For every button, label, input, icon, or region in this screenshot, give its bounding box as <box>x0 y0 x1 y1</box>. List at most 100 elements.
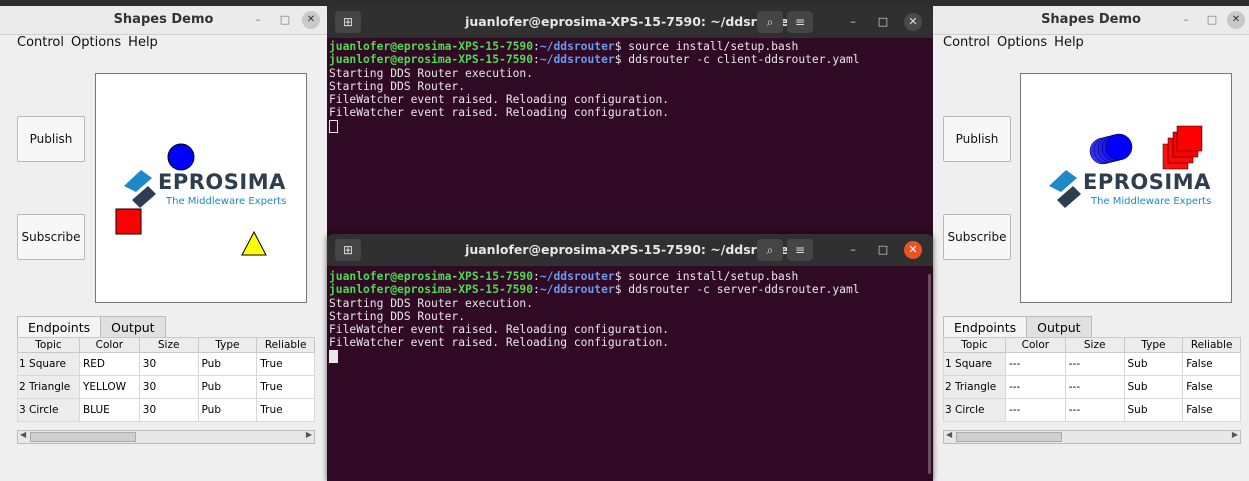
cell-type: Pub <box>197 375 258 399</box>
horizontal-scrollbar[interactable]: ◀ ▶ <box>17 430 315 444</box>
output-line: Starting DDS Router execution. <box>329 296 534 310</box>
endpoints-table: Topic Color Size Type Reliable 1 Square … <box>17 337 315 422</box>
tab-output[interactable]: Output <box>100 316 166 338</box>
prompt-path: ~/ddsrouter <box>539 53 615 67</box>
col-reliable[interactable]: Reliable <box>256 337 315 353</box>
minimize-icon[interactable]: – <box>1177 11 1195 29</box>
hamburger-menu-icon[interactable]: ≡ <box>787 239 813 261</box>
minimize-icon[interactable]: – <box>844 241 862 259</box>
col-color[interactable]: Color <box>78 337 140 353</box>
close-icon[interactable]: ✕ <box>904 13 922 31</box>
cell-color: YELLOW <box>78 375 140 399</box>
cell-reliable: True <box>256 375 315 399</box>
menu-control[interactable]: Control <box>943 35 990 50</box>
logo-brand: EPROSIMA <box>158 170 286 194</box>
prompt-user: juanlofer@eprosima-XPS-15-7590 <box>329 40 534 53</box>
cell-color: --- <box>1004 375 1066 399</box>
shapes-canvas[interactable]: EPROSIMA The Middleware Experts <box>1020 73 1232 303</box>
publish-button[interactable]: Publish <box>17 116 85 162</box>
scrollbar-thumb[interactable] <box>956 432 1062 442</box>
col-type[interactable]: Type <box>197 337 258 353</box>
eprosima-logo-mark-icon <box>1049 170 1081 208</box>
output-line: FileWatcher event raised. Reloading conf… <box>329 323 670 337</box>
search-icon[interactable]: ⌕ <box>757 239 783 261</box>
shapes-canvas[interactable]: EPROSIMA The Middleware Experts <box>95 73 307 303</box>
blue-circle <box>167 143 195 171</box>
terminal-scrollbar[interactable] <box>928 274 931 474</box>
command-line: ddsrouter -c server-ddsrouter.yaml <box>621 283 860 297</box>
cell-reliable: False <box>1182 375 1241 399</box>
col-topic[interactable]: Topic <box>943 337 1006 353</box>
row-number: 3 <box>19 404 26 416</box>
menu-help[interactable]: Help <box>1054 35 1084 50</box>
terminal-output[interactable]: juanlofer@eprosima-XPS-15-7590:~/ddsrout… <box>329 40 933 135</box>
close-icon[interactable]: ✕ <box>1227 11 1245 29</box>
table-row[interactable]: 2 Triangle --- --- Sub False <box>943 375 1241 399</box>
horizontal-scrollbar[interactable]: ◀ ▶ <box>943 430 1241 444</box>
table-row[interactable]: 3 Circle BLUE 30 Pub True <box>17 398 315 422</box>
cell-reliable: True <box>256 352 315 376</box>
cell-topic: Triangle <box>955 381 997 393</box>
table-row[interactable]: 3 Circle --- --- Sub False <box>943 398 1241 422</box>
tab-endpoints[interactable]: Endpoints <box>943 316 1028 338</box>
subscribe-button[interactable]: Subscribe <box>943 214 1011 260</box>
menu-options[interactable]: Options <box>71 35 121 50</box>
table-row[interactable]: 2 Triangle YELLOW 30 Pub True <box>17 375 315 399</box>
maximize-icon[interactable]: □ <box>1203 11 1221 29</box>
terminal-output[interactable]: juanlofer@eprosima-XPS-15-7590:~/ddsrout… <box>329 270 933 365</box>
cell-reliable: False <box>1182 398 1241 422</box>
scrollbar-thumb[interactable] <box>30 432 136 442</box>
scroll-left-icon[interactable]: ◀ <box>20 430 26 439</box>
scroll-right-icon[interactable]: ▶ <box>306 430 312 439</box>
cell-size: 30 <box>138 375 199 399</box>
prompt-user: juanlofer@eprosima-XPS-15-7590 <box>329 270 534 283</box>
tab-endpoints[interactable]: Endpoints <box>17 316 102 338</box>
terminal-window-server[interactable]: ⊞ juanlofer@eprosima-XPS-15-7590: ~/ddsr… <box>327 234 933 481</box>
col-type[interactable]: Type <box>1123 337 1184 353</box>
table-row[interactable]: 1 Square RED 30 Pub True <box>17 352 315 376</box>
terminal-window-client[interactable]: ⊞ juanlofer@eprosima-XPS-15-7590: ~/ddsr… <box>327 6 933 236</box>
output-line: FileWatcher event raised. Reloading conf… <box>329 93 670 107</box>
col-reliable[interactable]: Reliable <box>1182 337 1241 353</box>
red-square <box>115 208 142 235</box>
scroll-right-icon[interactable]: ▶ <box>1232 430 1238 439</box>
output-line: Starting DDS Router execution. <box>329 66 534 80</box>
hamburger-menu-icon[interactable]: ≡ <box>787 11 813 33</box>
table-row[interactable]: 1 Square --- --- Sub False <box>943 352 1241 376</box>
cell-color: RED <box>78 352 140 376</box>
logo-brand: EPROSIMA <box>1083 170 1211 194</box>
titlebar: Shapes Demo – □ ✕ <box>0 6 327 35</box>
menu-control[interactable]: Control <box>17 35 64 50</box>
subscribe-button[interactable]: Subscribe <box>17 214 85 260</box>
close-icon[interactable]: ✕ <box>302 11 320 29</box>
maximize-icon[interactable]: □ <box>874 13 892 31</box>
cell-topic: Square <box>29 358 66 370</box>
text-cursor <box>329 349 338 363</box>
col-size[interactable]: Size <box>1064 337 1125 353</box>
minimize-icon[interactable]: – <box>844 13 862 31</box>
scroll-left-icon[interactable]: ◀ <box>946 430 952 439</box>
cell-reliable: False <box>1182 352 1241 376</box>
col-size[interactable]: Size <box>138 337 199 353</box>
terminal-headerbar: ⊞ juanlofer@eprosima-XPS-15-7590: ~/ddsr… <box>327 6 933 38</box>
yellow-triangle <box>241 230 267 256</box>
menu-help[interactable]: Help <box>128 35 158 50</box>
menubar: Control Options Help <box>17 35 327 55</box>
cell-size: --- <box>1064 398 1125 422</box>
col-color[interactable]: Color <box>1004 337 1066 353</box>
prompt-user: juanlofer@eprosima-XPS-15-7590 <box>329 283 534 297</box>
minimize-icon[interactable]: – <box>249 11 267 29</box>
tab-output[interactable]: Output <box>1026 316 1092 338</box>
command-line: ddsrouter -c client-ddsrouter.yaml <box>621 53 860 67</box>
cell-size: 30 <box>138 352 199 376</box>
shapes-demo-window-left: Shapes Demo – □ ✕ Control Options Help Pub… <box>0 6 327 481</box>
close-icon[interactable]: ✕ <box>904 241 922 259</box>
menu-options[interactable]: Options <box>997 35 1047 50</box>
maximize-icon[interactable]: □ <box>276 11 294 29</box>
output-line: FileWatcher event raised. Reloading conf… <box>329 106 670 120</box>
maximize-icon[interactable]: □ <box>874 241 892 259</box>
col-topic[interactable]: Topic <box>17 337 80 353</box>
search-icon[interactable]: ⌕ <box>757 11 783 33</box>
publish-button[interactable]: Publish <box>943 116 1011 162</box>
row-number: 2 <box>945 381 952 393</box>
